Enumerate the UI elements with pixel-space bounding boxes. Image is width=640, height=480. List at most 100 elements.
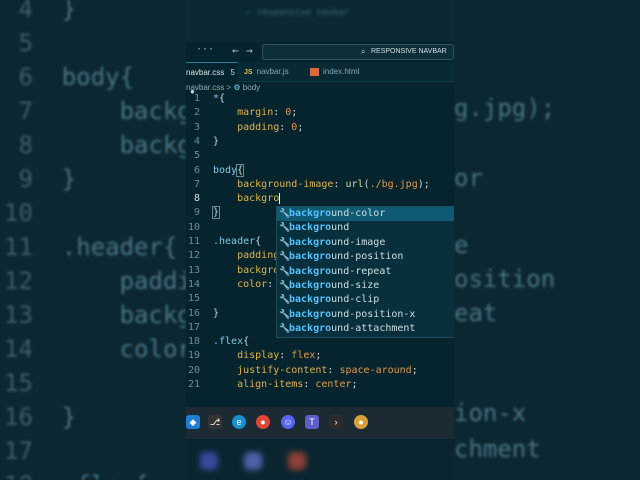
blur-icon — [244, 452, 262, 470]
code-line-13: backgro — [237, 264, 280, 276]
line-number: 21 — [187, 379, 200, 390]
background-code-text: paddi — [32, 267, 186, 295]
blur-icon — [200, 452, 218, 470]
suggestion-item[interactable]: 🔧 background-repeat — [277, 265, 454, 279]
terminal-icon[interactable]: › — [329, 415, 343, 429]
suggestion-label: background-size — [289, 280, 380, 291]
background-code-line: 10 — [4, 196, 62, 230]
background-line-number: 9 — [4, 165, 33, 193]
background-code-text: backg — [32, 131, 186, 159]
background-code-text: body{ — [32, 63, 135, 91]
tab-index-html[interactable]: index.html — [310, 62, 380, 81]
background-code-fragment: ion-x — [454, 399, 527, 427]
suggestion-item[interactable]: 🔧 background-color — [277, 207, 454, 222]
more-icon[interactable]: ··· — [196, 44, 214, 55]
code-line-3: padding: 0; — [237, 121, 304, 133]
breadcrumb-file[interactable]: navbar.css — [186, 83, 224, 92]
forward-arrow-icon[interactable]: → — [246, 44, 253, 57]
background-code-line: 8 backg — [4, 128, 186, 162]
code-line-18: .flex{ — [213, 336, 250, 348]
background-line-number: 14 — [4, 335, 33, 363]
js-file-icon: JS — [244, 69, 253, 76]
background-code-line: 15 — [4, 366, 62, 400]
vscode-icon[interactable]: ◆ — [186, 415, 200, 429]
symbol-icon: ⚙ — [233, 83, 241, 92]
suggestion-label: background-image — [289, 236, 386, 248]
suggestion-label: background — [289, 222, 350, 234]
line-number: 7 — [193, 178, 200, 190]
line-number: 11 — [187, 236, 200, 247]
background-line-number: 13 — [4, 301, 33, 329]
suggestion-item[interactable]: 🔧 background-image — [277, 236, 454, 250]
tab-label: navbar.js — [256, 67, 289, 76]
line-number: 13 — [187, 264, 200, 276]
search-text: RESPONSIVE NAVBAR — [371, 48, 447, 55]
line-number: 2 — [193, 107, 200, 119]
search-icon: ⌕ — [361, 47, 366, 56]
code-line-4: } — [213, 135, 220, 147]
blur-icon — [288, 452, 306, 470]
background-code-text: backg — [32, 301, 186, 329]
line-number: 17 — [187, 321, 200, 333]
teams-icon[interactable]: T — [305, 415, 319, 429]
command-center-search[interactable]: ⌕ RESPONSIVE NAVBAR — [262, 44, 454, 60]
code-line-6: body{ — [213, 163, 245, 177]
window-title: — responsive navbar — [246, 8, 349, 18]
background-code-line: 9 } — [4, 162, 76, 196]
background-line-number: 8 — [4, 131, 33, 159]
background-line-number: 11 — [4, 233, 33, 261]
background-right: g.jpg); or e osition eat ion-x chment — [454, 0, 640, 480]
suggestion-item[interactable]: 🔧 background-position — [277, 250, 454, 264]
suggestion-label: background-repeat — [289, 265, 392, 277]
background-code-fragment: chment — [454, 435, 541, 463]
suggestion-label: background-position — [289, 251, 404, 263]
chrome-icon[interactable]: ● — [256, 415, 270, 429]
line-number: 6 — [193, 164, 200, 176]
background-code-line: 18 .flex{ — [4, 468, 149, 480]
autocomplete-popup[interactable]: 🔧 background-color 🔧 background 🔧 background-… — [276, 206, 454, 338]
background-line-number: 16 — [4, 403, 33, 431]
breadcrumb-symbol[interactable]: body — [243, 83, 260, 92]
discord-icon[interactable]: ☺ — [281, 415, 295, 429]
chrome-dev-icon[interactable]: ● — [354, 415, 368, 429]
bottom-blur — [186, 440, 454, 480]
edge-icon[interactable]: e — [232, 415, 246, 429]
tab-navbar-js[interactable]: JS navbar.js — [244, 62, 304, 81]
back-arrow-icon[interactable]: ← — [232, 44, 239, 57]
breadcrumb-sep: > — [226, 83, 232, 92]
line-number: 3 — [193, 121, 200, 133]
background-code-text — [33, 437, 62, 465]
line-number: 14 — [187, 278, 200, 290]
problem-count-badge: 5 — [230, 68, 235, 77]
suggestion-item[interactable]: 🔧 background-position-x — [277, 308, 454, 322]
line-number: 5 — [193, 150, 200, 162]
suggestion-item[interactable]: 🔧 background-clip — [277, 293, 454, 307]
background-code-line: 4 } — [4, 0, 76, 26]
suggestion-label: background-position-x — [289, 308, 416, 320]
suggestion-item[interactable]: 🔧 background-size — [277, 279, 454, 293]
line-number: 4 — [193, 135, 200, 147]
background-code-line: 11 .header{ — [4, 230, 177, 264]
suggestion-item[interactable]: 🔧 background-attachment — [277, 322, 454, 336]
background-line-number: 10 — [4, 199, 33, 227]
tab-label: navbar.css — [186, 68, 225, 77]
background-code-line: 7 backgr — [4, 94, 186, 128]
git-icon[interactable]: ⎇ — [208, 415, 222, 429]
background-line-number: 12 — [4, 267, 33, 295]
background-code-line: 12 paddi — [4, 264, 186, 298]
background-code-text: .header{ — [32, 233, 178, 261]
line-number: 15 — [187, 293, 200, 305]
line-number: 12 — [187, 250, 200, 262]
background-code-fragment: eat — [454, 299, 498, 327]
background-code-text: } — [32, 165, 77, 193]
tab-navbar-css[interactable]: navbar.css 5 ● — [186, 62, 238, 96]
background-left: 4 } 5 6 body{ 7 backgr 8 backg 9 } 10 11 … — [0, 0, 186, 480]
suggestion-item[interactable]: 🔧 background — [277, 221, 454, 235]
background-code-line: 16 } — [4, 400, 76, 434]
background-code-line: 17 — [4, 434, 62, 468]
background-code-text: backgr — [119, 97, 186, 125]
code-line-20: justify-content: space-around; — [237, 364, 418, 376]
background-line-number: 6 — [4, 63, 33, 91]
background-code-text: } — [32, 0, 77, 23]
line-number: 9 — [193, 207, 200, 219]
